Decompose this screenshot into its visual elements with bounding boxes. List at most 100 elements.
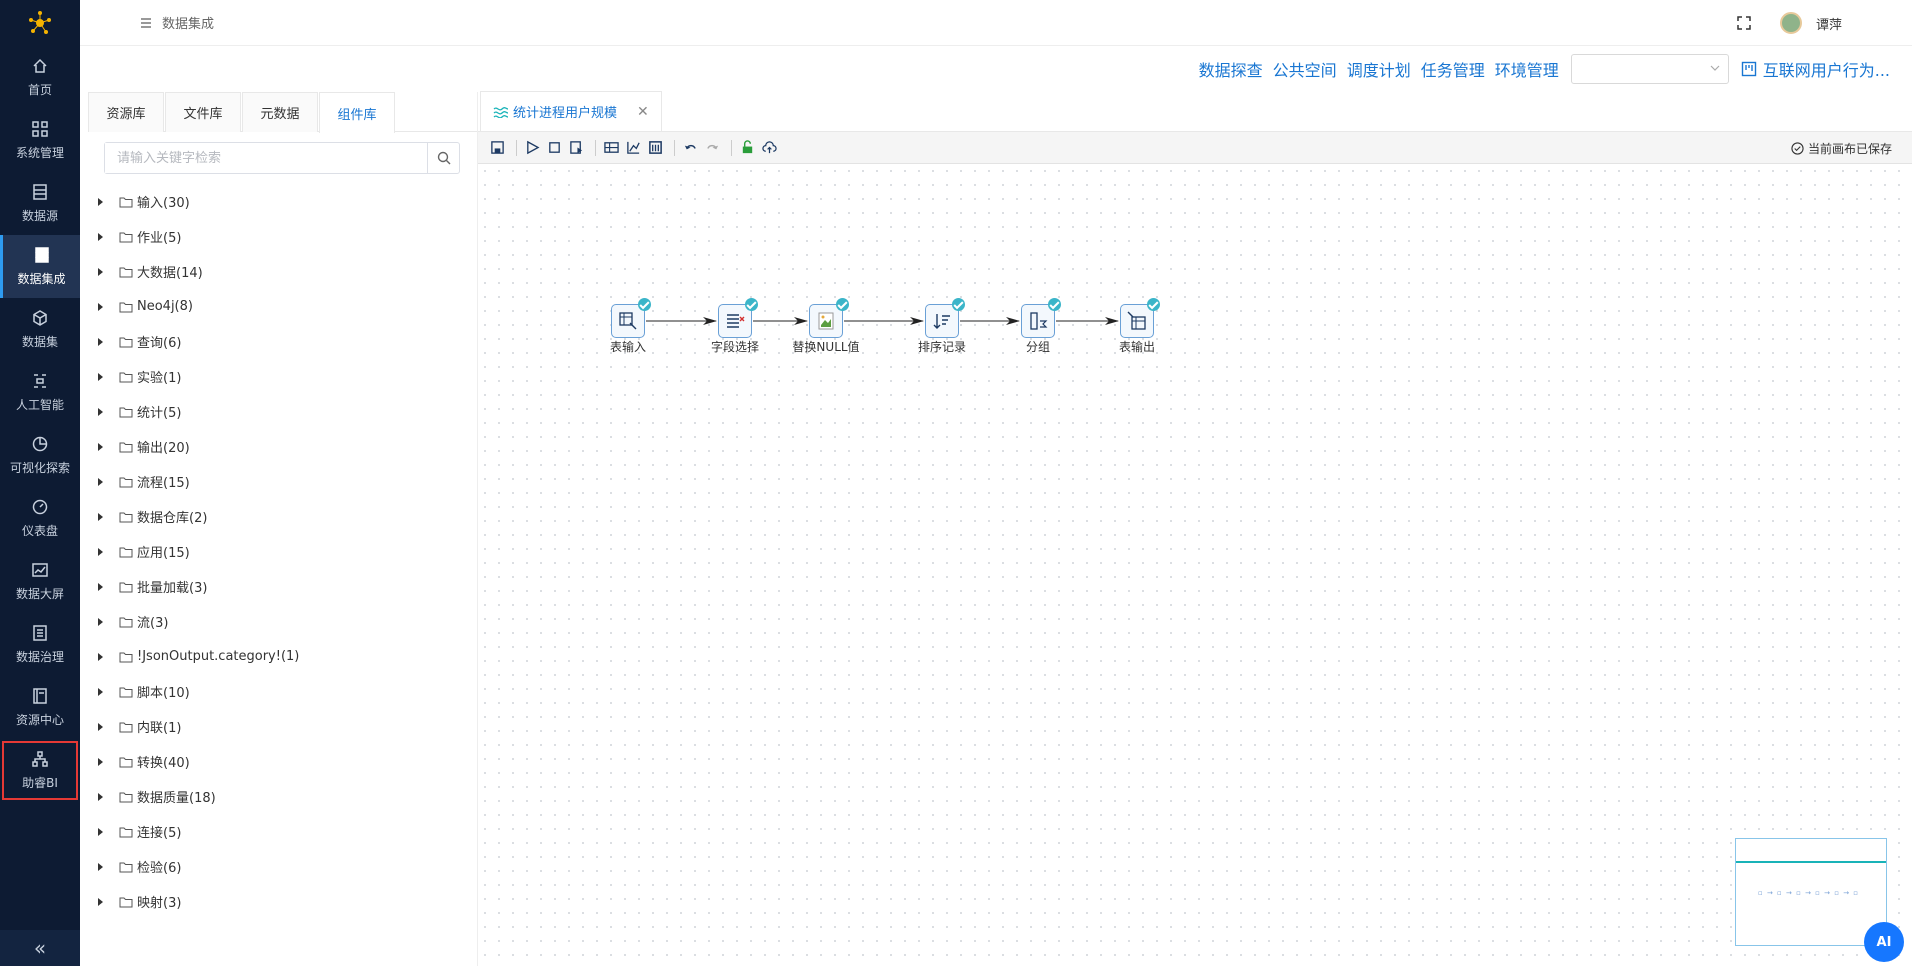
- link-task-management[interactable]: 任务管理: [1421, 57, 1485, 81]
- tab-file-library[interactable]: 文件库: [165, 92, 241, 132]
- nav-item-gauge[interactable]: 仪表盘: [0, 487, 80, 550]
- caret-right-icon[interactable]: [98, 197, 103, 206]
- caret-right-icon[interactable]: [98, 547, 103, 556]
- run-button[interactable]: [523, 139, 541, 157]
- caret-right-icon[interactable]: [98, 337, 103, 346]
- tree-node[interactable]: 输出(20): [88, 429, 477, 464]
- caret-right-icon[interactable]: [98, 757, 103, 766]
- flow-step[interactable]: [1120, 298, 1160, 338]
- caret-right-icon[interactable]: [98, 862, 103, 871]
- menu-icon[interactable]: [140, 17, 152, 29]
- tree-node[interactable]: 批量加载(3): [88, 569, 477, 604]
- tab-transformation[interactable]: 统计进程用户规模 ✕: [480, 91, 662, 131]
- flow-step[interactable]: [925, 298, 965, 338]
- caret-right-icon[interactable]: [98, 372, 103, 381]
- caret-right-icon[interactable]: [98, 897, 103, 906]
- caret-right-icon[interactable]: [98, 722, 103, 731]
- tree-node[interactable]: 流程(15): [88, 464, 477, 499]
- link-data-explore[interactable]: 数据探查: [1199, 57, 1263, 81]
- minimap[interactable]: ▫ → ▫ → ▫ → ▫ → ▫ → ▫: [1735, 838, 1887, 946]
- flow-step[interactable]: [611, 298, 651, 338]
- caret-right-icon[interactable]: [98, 302, 103, 311]
- link-schedule-plan[interactable]: 调度计划: [1347, 57, 1411, 81]
- link-public-space[interactable]: 公共空间: [1273, 57, 1337, 81]
- search-input[interactable]: [105, 143, 427, 173]
- caret-right-icon[interactable]: [98, 442, 103, 451]
- analyze-button[interactable]: [624, 139, 642, 157]
- tree-node[interactable]: 实验(1): [88, 359, 477, 394]
- tab-metadata[interactable]: 元数据: [242, 92, 318, 132]
- nav-item-server[interactable]: 数据集成: [0, 235, 80, 298]
- tab-resource-library[interactable]: 资源库: [88, 92, 164, 132]
- tree-node[interactable]: 数据质量(18): [88, 779, 477, 814]
- flow-canvas[interactable]: ▫ → ▫ → ▫ → ▫ → ▫ → ▫ AI 表输入 字段选择 替换NULL值 排…: [478, 164, 1912, 966]
- tab-component-library[interactable]: 组件库: [319, 92, 395, 133]
- tree-node[interactable]: 转换(40): [88, 744, 477, 779]
- nav-item-org[interactable]: 助睿BI: [0, 739, 80, 802]
- flow-step[interactable]: [809, 298, 849, 338]
- app-logo[interactable]: [0, 0, 80, 46]
- tree-node[interactable]: 脚本(10): [88, 674, 477, 709]
- nav-item-home[interactable]: 首页: [0, 46, 80, 109]
- nav-item-book[interactable]: 资源中心: [0, 676, 80, 739]
- tree-node[interactable]: !JsonOutput.category!(1): [88, 639, 477, 674]
- link-environment-management[interactable]: 环境管理: [1495, 57, 1559, 81]
- tree-node[interactable]: 流(3): [88, 604, 477, 639]
- gauge-icon: [32, 499, 48, 515]
- debug-button[interactable]: [602, 139, 620, 157]
- nav-item-ai[interactable]: 人工智能: [0, 361, 80, 424]
- nav-item-database[interactable]: 数据源: [0, 172, 80, 235]
- collapse-nav-button[interactable]: «: [0, 930, 80, 966]
- tree-node[interactable]: 查询(6): [88, 324, 477, 359]
- caret-right-icon[interactable]: [98, 407, 103, 416]
- search-button[interactable]: [427, 143, 459, 173]
- redo-button[interactable]: [703, 139, 721, 157]
- tree-node[interactable]: 检验(6): [88, 849, 477, 884]
- tree-node[interactable]: Neo4j(8): [88, 289, 477, 324]
- caret-right-icon[interactable]: [98, 267, 103, 276]
- caret-right-icon[interactable]: [98, 232, 103, 241]
- close-icon[interactable]: ✕: [637, 104, 649, 120]
- folder-icon: [119, 232, 133, 242]
- preview-button[interactable]: [567, 139, 585, 157]
- ai-assistant-button[interactable]: AI: [1864, 922, 1904, 962]
- caret-right-icon[interactable]: [98, 792, 103, 801]
- caret-right-icon[interactable]: [98, 617, 103, 626]
- minimap-viewport[interactable]: [1736, 839, 1886, 863]
- nav-item-grid[interactable]: 系统管理: [0, 109, 80, 172]
- nav-item-chart[interactable]: 数据大屏: [0, 550, 80, 613]
- unlock-button[interactable]: [738, 139, 756, 157]
- flow-step[interactable]: [1021, 298, 1061, 338]
- caret-right-icon[interactable]: [98, 687, 103, 696]
- caret-right-icon[interactable]: [98, 827, 103, 836]
- tree-node-label: 大数据(14): [137, 266, 203, 281]
- caret-right-icon[interactable]: [98, 477, 103, 486]
- tree-node[interactable]: 大数据(14): [88, 254, 477, 289]
- flow-step[interactable]: [718, 298, 758, 338]
- sql-button[interactable]: [646, 139, 664, 157]
- tree-node[interactable]: 作业(5): [88, 219, 477, 254]
- publish-button[interactable]: [760, 139, 778, 157]
- tree-node[interactable]: 映射(3): [88, 884, 477, 919]
- tree-node[interactable]: 内联(1): [88, 709, 477, 744]
- nav-item-pie[interactable]: 可视化探索: [0, 424, 80, 487]
- user-name[interactable]: 谭萍: [1816, 14, 1842, 33]
- caret-right-icon[interactable]: [98, 652, 103, 661]
- caret-right-icon[interactable]: [98, 582, 103, 591]
- tree-node[interactable]: 应用(15): [88, 534, 477, 569]
- tree-node[interactable]: 统计(5): [88, 394, 477, 429]
- caret-right-icon[interactable]: [98, 512, 103, 521]
- nav-item-doc[interactable]: 数据治理: [0, 613, 80, 676]
- environment-select[interactable]: [1570, 54, 1729, 84]
- undo-button[interactable]: [681, 139, 699, 157]
- save-button[interactable]: [488, 139, 506, 157]
- fullscreen-icon[interactable]: [1736, 15, 1752, 31]
- tree-node[interactable]: 输入(30): [88, 184, 477, 219]
- nav-item-cube[interactable]: 数据集: [0, 298, 80, 361]
- stop-button[interactable]: [545, 139, 563, 157]
- check-icon: [836, 298, 849, 311]
- project-link[interactable]: 互联网用户行为...: [1741, 57, 1890, 81]
- tree-node[interactable]: 连接(5): [88, 814, 477, 849]
- avatar[interactable]: [1779, 12, 1802, 34]
- tree-node[interactable]: 数据仓库(2): [88, 499, 477, 534]
